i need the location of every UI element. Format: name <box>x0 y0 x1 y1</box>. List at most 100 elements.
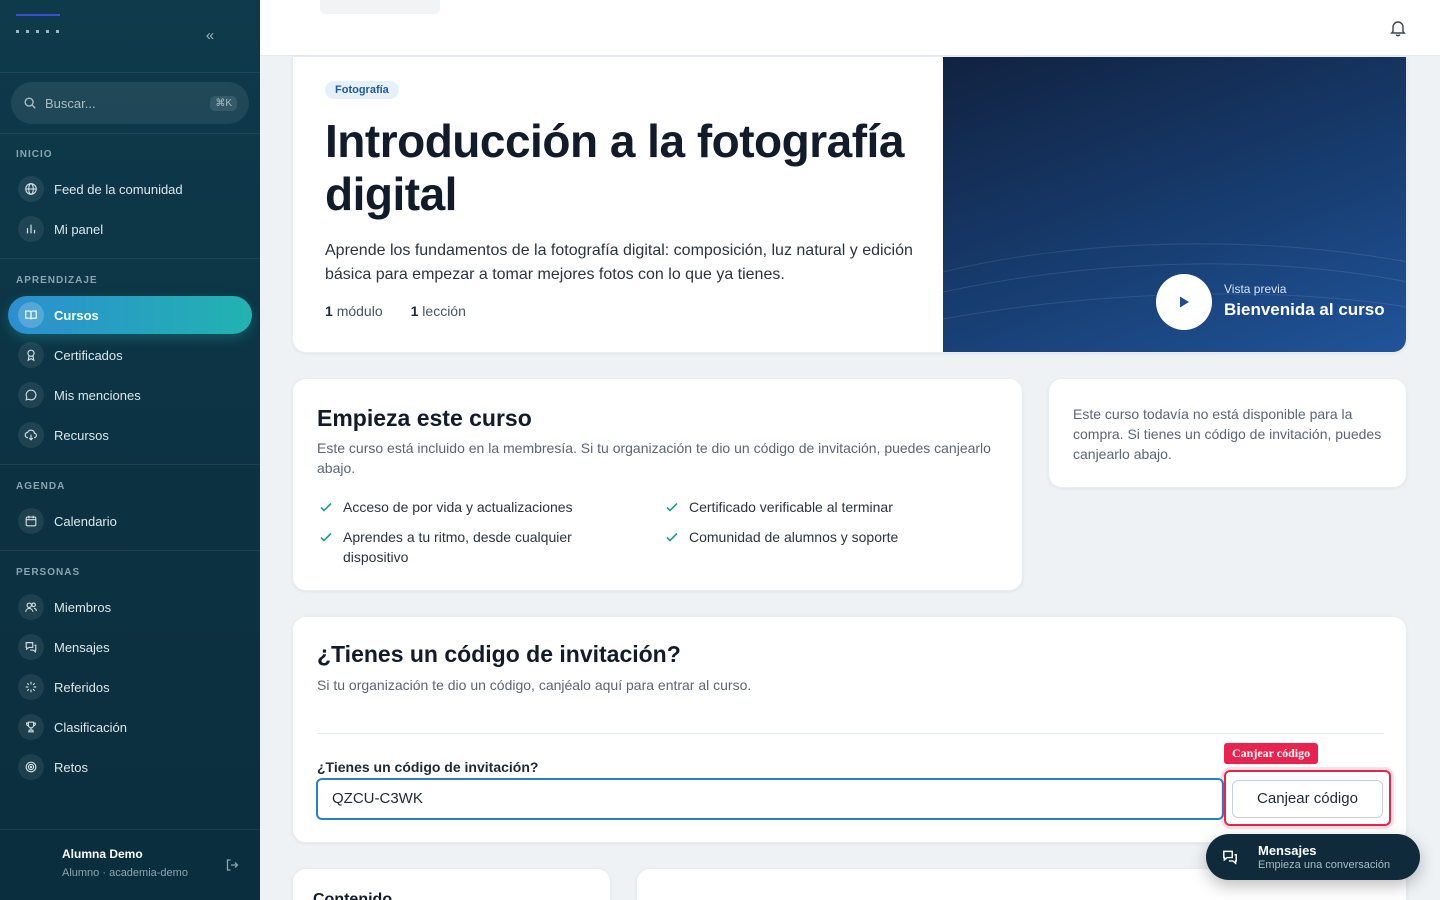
feature-item: Aprendes a tu ritmo, desde cualquier dis… <box>319 527 619 567</box>
bell-icon[interactable] <box>1388 18 1408 38</box>
preview-title: Bienvenida al curso <box>1224 300 1385 319</box>
modules-stat: 1 módulo <box>325 303 383 319</box>
users-icon <box>25 602 38 612</box>
search-shortcut: ⌘K <box>210 95 237 111</box>
user-meta: Alumno · academia-demo <box>62 867 188 879</box>
search-input[interactable]: Buscar... <box>45 96 210 111</box>
invite-code-input[interactable]: QZCU-C3WK <box>316 778 1224 820</box>
search-icon <box>24 97 36 109</box>
lessons-count: 1 <box>410 303 419 319</box>
sidebar-item-label: Calendario <box>54 513 117 529</box>
sidebar-item-label: Recursos <box>54 427 109 443</box>
messages-title: Mensajes <box>1258 842 1317 858</box>
course-hero: Fotografía Introducción a la fotografía … <box>292 56 1407 353</box>
messages-icon <box>25 642 37 653</box>
sidebar-item-label: Referidos <box>54 679 110 695</box>
trophy-icon <box>26 721 36 733</box>
sidebar-divider <box>0 133 260 134</box>
sidebar-divider <box>0 550 260 551</box>
video-preview[interactable]: Vista previa Bienvenida al curso <box>943 57 1406 352</box>
sidebar-item-label: Clasificación <box>54 719 127 735</box>
sidebar-item-label: Mis menciones <box>54 387 141 403</box>
sidebar-item-label: Mensajes <box>54 639 110 655</box>
section-label-aprendizaje: APRENDIZAJE <box>16 275 98 286</box>
sidebar-item-label: Retos <box>54 759 88 775</box>
highlight-outline: Canjear código <box>1224 770 1391 826</box>
sidebar-item-cursos[interactable]: Cursos <box>8 296 252 334</box>
chat-bubble-icon <box>25 389 37 401</box>
availability-notice: Este curso todavía no está disponible pa… <box>1048 378 1407 488</box>
sidebar-item-retos[interactable]: Retos <box>8 748 252 786</box>
lessons-stat: 1 lección <box>411 303 466 319</box>
award-icon <box>27 349 35 362</box>
start-subtitle: Este curso está incluido en la membresía… <box>317 440 991 476</box>
sidebar-item-label: Feed de la comunidad <box>54 181 183 197</box>
sidebar-item-label: Cursos <box>54 307 99 323</box>
feature-label: Certificado verificable al terminar <box>689 499 893 515</box>
sidebar-item-panel[interactable]: Mi panel <box>8 210 252 248</box>
sidebar-item-recursos[interactable]: Recursos <box>8 416 252 454</box>
user-name: Alumna Demo <box>62 847 143 861</box>
messages-icon <box>1223 850 1237 865</box>
sidebar-item-mensajes[interactable]: Mensajes <box>8 628 252 666</box>
content-card: Contenido <box>292 868 611 900</box>
sidebar-item-feed[interactable]: Feed de la comunidad <box>8 170 252 208</box>
logout-icon[interactable] <box>224 857 240 873</box>
course-title: Introducción a la fotografía digital <box>325 115 904 220</box>
book-icon <box>25 310 37 320</box>
preview-label: Vista previa <box>1224 282 1287 296</box>
user-profile[interactable]: Alumna Demo Alumno · academia-demo <box>0 829 260 900</box>
topbar <box>260 0 1440 56</box>
sidebar-divider <box>0 464 260 465</box>
start-title: Empieza este curso <box>317 405 532 431</box>
check-icon <box>320 532 332 542</box>
feature-label: Acceso de por vida y actualizaciones <box>343 499 573 515</box>
feature-item: Certificado verificable al terminar <box>665 497 985 517</box>
start-course-card: Empieza este curso Este curso está inclu… <box>292 378 1023 591</box>
lessons-label: lección <box>422 303 466 319</box>
target-icon <box>25 761 37 773</box>
invite-title: ¿Tienes un código de invitación? <box>317 641 681 667</box>
check-icon <box>666 532 678 542</box>
divider <box>317 733 1384 734</box>
sidebar-item-label: Certificados <box>54 347 123 363</box>
search-bar[interactable]: Buscar... ⌘K <box>11 82 249 124</box>
modules-count: 1 <box>325 303 333 319</box>
section-label-personas: PERSONAS <box>16 567 81 578</box>
modules-label: módulo <box>336 303 383 319</box>
sidebar-divider <box>0 258 260 259</box>
feature-label: Aprendes a tu ritmo, desde cualquier dis… <box>343 529 572 565</box>
invite-field-label: ¿Tienes un código de invitación? <box>317 759 539 775</box>
breadcrumb <box>320 0 440 14</box>
messages-launcher[interactable]: Mensajes Empieza una conversación <box>1206 834 1420 880</box>
sidebar-divider <box>0 72 260 73</box>
sidebar-item-miembros[interactable]: Miembros <box>8 588 252 626</box>
feature-item: Comunidad de alumnos y soporte <box>665 527 985 547</box>
invite-subtitle: Si tu organización te dio un código, can… <box>317 677 752 693</box>
sidebar-item-menciones[interactable]: Mis menciones <box>8 376 252 414</box>
messages-subtitle: Empieza una conversación <box>1258 858 1391 871</box>
course-description: Aprende los fundamentos de la fotografía… <box>325 242 913 283</box>
sparkle-icon <box>25 681 37 693</box>
section-label-agenda: AGENDA <box>16 481 66 492</box>
sidebar-item-clasificacion[interactable]: Clasificación <box>8 708 252 746</box>
collapse-sidebar-icon[interactable]: « <box>200 26 220 46</box>
notice-text: Este curso todavía no está disponible pa… <box>1073 406 1382 462</box>
play-button[interactable] <box>1156 274 1212 330</box>
course-stats: 1 módulo 1 lección <box>325 303 466 319</box>
sidebar-item-label: Mi panel <box>54 221 104 237</box>
bar-chart-icon <box>26 224 36 234</box>
feature-label: Comunidad de alumnos y soporte <box>689 529 899 545</box>
highlight-badge: Canjear código <box>1224 743 1319 764</box>
sidebar-item-certificados[interactable]: Certificados <box>8 336 252 374</box>
redeem-code-button[interactable]: Canjear código <box>1232 780 1383 818</box>
sidebar-item-referidos[interactable]: Referidos <box>8 668 252 706</box>
brand-logo[interactable] <box>16 14 62 38</box>
sidebar-item-calendario[interactable]: Calendario <box>8 502 252 540</box>
check-icon <box>320 502 332 512</box>
feature-item: Acceso de por vida y actualizaciones <box>319 497 639 517</box>
cloud-download-icon <box>24 429 37 441</box>
invite-code-card: ¿Tienes un código de invitación? Si tu o… <box>292 616 1407 843</box>
check-icon <box>666 502 678 512</box>
category-badge: Fotografía <box>325 81 399 99</box>
